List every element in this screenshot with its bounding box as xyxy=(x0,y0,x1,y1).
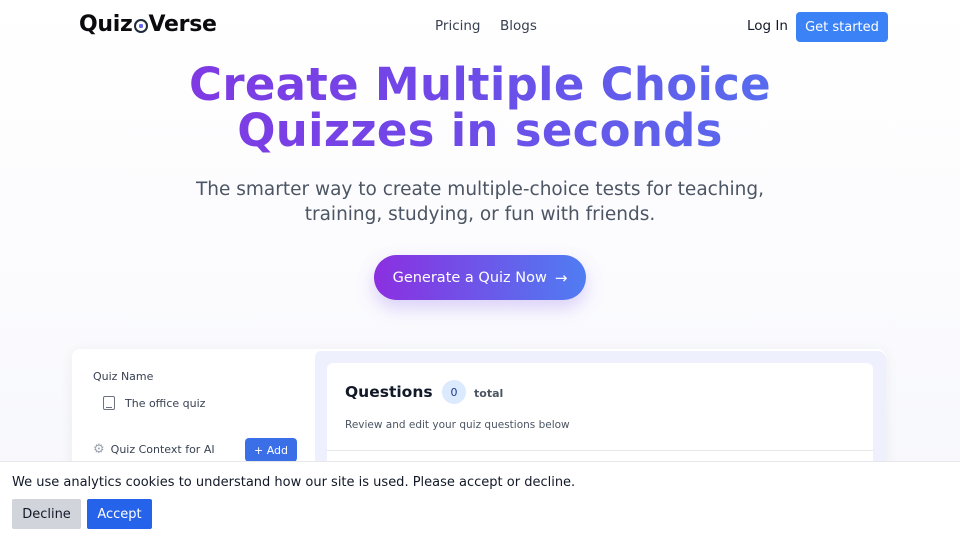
quiz-context-label: Quiz Context for AI xyxy=(110,443,215,456)
arrow-right-icon: → xyxy=(554,268,568,287)
hero-subtitle: The smarter way to create multiple-choic… xyxy=(0,177,960,227)
hero-title: Create Multiple Choice Quizzes in second… xyxy=(0,62,960,154)
nav-blogs-link[interactable]: Blogs xyxy=(500,18,537,34)
questions-title: Questions xyxy=(345,383,433,401)
cookie-message: We use analytics cookies to understand h… xyxy=(12,475,576,490)
questions-count-badge: 0 xyxy=(442,380,466,404)
quiz-preview-panel: Quiz Name The office quiz ⚙ Quiz Context… xyxy=(72,349,886,479)
hero-title-line-1: Create Multiple Choice xyxy=(189,58,771,111)
get-started-button[interactable]: Get started xyxy=(796,12,888,42)
logo-mark-icon xyxy=(133,18,148,33)
logo-text-right: Verse xyxy=(148,12,217,37)
cookie-banner: We use analytics cookies to understand h… xyxy=(0,461,960,540)
generate-quiz-button[interactable]: Generate a Quiz Now → xyxy=(374,255,586,300)
divider xyxy=(327,450,873,451)
hero-subtitle-line-1: The smarter way to create multiple-choic… xyxy=(195,179,765,200)
quiz-name-field[interactable]: The office quiz xyxy=(103,396,205,410)
logo-text-left: Quiz xyxy=(79,12,133,37)
questions-description: Review and edit your quiz questions belo… xyxy=(345,419,570,431)
quiz-context-row: ⚙ Quiz Context for AI xyxy=(93,441,215,457)
hero-title-line-2: Quizzes in seconds xyxy=(237,104,723,157)
quiz-settings-pane: Quiz Name The office quiz ⚙ Quiz Context… xyxy=(72,349,315,479)
login-link[interactable]: Log In xyxy=(747,18,788,34)
hero-subtitle-line-2: training, studying, or fun with friends. xyxy=(304,204,656,225)
accept-button[interactable]: Accept xyxy=(87,499,152,529)
book-icon xyxy=(103,396,115,410)
gear-icon: ⚙ xyxy=(93,441,105,457)
questions-pane: Questions 0 total Review and edit your q… xyxy=(315,351,886,479)
site-header: Quiz Verse Pricing Blogs Log In Get star… xyxy=(0,0,960,54)
add-context-button[interactable]: + Add xyxy=(245,438,297,462)
questions-total-label: total xyxy=(474,387,504,400)
logo[interactable]: Quiz Verse xyxy=(79,12,217,37)
quiz-name-label: Quiz Name xyxy=(93,370,154,383)
nav-pricing-link[interactable]: Pricing xyxy=(435,18,481,34)
quiz-name-value: The office quiz xyxy=(125,396,206,410)
generate-quiz-label: Generate a Quiz Now xyxy=(392,269,547,286)
decline-button[interactable]: Decline xyxy=(12,499,81,529)
